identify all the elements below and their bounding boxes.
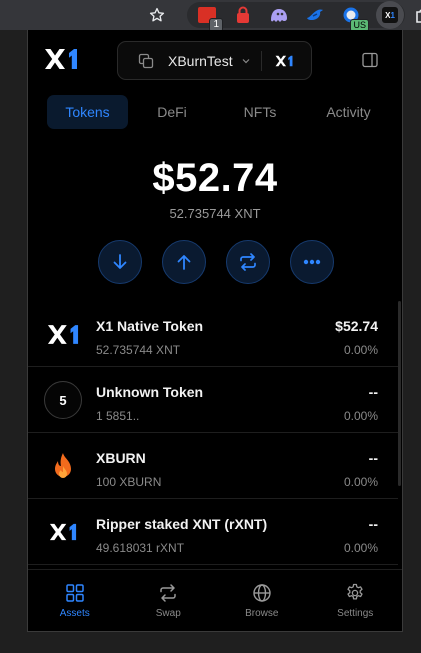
native-balance: 52.735744 XNT xyxy=(169,206,261,221)
bottom-nav: Assets Swap Browse Settings xyxy=(28,569,403,631)
token-value: $52.74 xyxy=(335,318,378,334)
puzzle-icon[interactable] xyxy=(412,4,421,26)
star-icon[interactable] xyxy=(146,4,168,26)
copy-icon[interactable] xyxy=(138,53,154,69)
wallet-header: XBurnTest xyxy=(28,30,402,92)
token-change: 0.00% xyxy=(343,475,378,489)
token-change: 0.00% xyxy=(343,343,378,357)
receive-button[interactable] xyxy=(98,240,142,284)
nav-assets[interactable]: Assets xyxy=(28,570,122,631)
wallet-popup: XBurnTest Tokens DeFi NFTs Activity $52.… xyxy=(27,30,403,632)
token-amount: 1 5851.. xyxy=(96,409,140,423)
tab-nfts[interactable]: NFTs xyxy=(216,95,304,129)
x1-logo-icon xyxy=(44,513,82,551)
globe-extension-icon[interactable]: US xyxy=(340,4,369,32)
token-row[interactable]: XBURN 100 XBURN -- 0.00% xyxy=(28,433,398,499)
lock-extension-icon[interactable] xyxy=(232,4,254,26)
token-row[interactable]: 5 Unknown Token 1 5851.. -- 0.00% xyxy=(28,367,398,433)
token-row[interactable]: X1 Native Token 52.735744 XNT $52.74 0.0… xyxy=(28,301,398,367)
token-value: -- xyxy=(368,384,378,400)
chevron-down-icon xyxy=(242,58,250,63)
grid-icon xyxy=(66,584,84,602)
tab-tokens[interactable]: Tokens xyxy=(47,95,128,129)
token-amount: 100 XBURN xyxy=(96,475,162,489)
token-name: Ripper staked XNT (rXNT) xyxy=(96,516,268,532)
action-buttons xyxy=(98,240,334,286)
tab-defi[interactable]: DeFi xyxy=(128,95,216,129)
divider xyxy=(260,50,262,71)
globe-icon xyxy=(253,584,271,602)
nav-browse[interactable]: Browse xyxy=(215,570,309,631)
token-list: X1 Native Token 52.735744 XNT $52.74 0.0… xyxy=(28,301,398,569)
x1-logo-icon xyxy=(45,49,77,69)
nav-label: Settings xyxy=(337,608,374,619)
bird-extension-icon[interactable] xyxy=(304,4,326,26)
ghost-extension-icon[interactable] xyxy=(268,4,290,26)
token-name: Unknown Token xyxy=(96,384,204,400)
scrollbar[interactable] xyxy=(398,301,401,486)
nav-settings[interactable]: Settings xyxy=(309,570,403,631)
token-name: X1 Native Token xyxy=(96,318,204,334)
total-balance: $52.74 xyxy=(152,156,278,200)
token-value: -- xyxy=(368,450,378,466)
gear-icon xyxy=(347,583,363,600)
nav-label: Swap xyxy=(155,608,181,619)
more-icon xyxy=(303,259,321,265)
extension-badge-icon[interactable]: 1 xyxy=(196,4,223,32)
browser-toolbar: 1 US X1 xyxy=(0,0,421,32)
x1-logo-icon xyxy=(44,315,82,353)
account-selector[interactable]: XBurnTest xyxy=(117,41,312,80)
send-button[interactable] xyxy=(162,240,206,284)
receive-arrow-icon xyxy=(113,254,127,269)
nav-swap[interactable]: Swap xyxy=(122,570,216,631)
asset-tabs: Tokens DeFi NFTs Activity xyxy=(47,95,393,129)
unknown-token-icon: 5 xyxy=(44,381,82,419)
token-value: -- xyxy=(368,516,378,532)
token-amount: 49.618031 rXNT xyxy=(96,541,185,555)
nav-label: Browse xyxy=(245,608,279,619)
swap-icon xyxy=(160,584,176,602)
token-amount: 52.735744 XNT xyxy=(96,343,181,357)
send-arrow-icon xyxy=(177,255,191,270)
token-icon-label: 5 xyxy=(44,381,82,419)
flame-icon xyxy=(44,447,82,485)
more-button[interactable] xyxy=(290,240,334,284)
token-name: XBURN xyxy=(96,450,146,466)
account-name: XBurnTest xyxy=(168,52,233,69)
swap-icon xyxy=(240,253,256,271)
nav-label: Assets xyxy=(59,608,90,619)
token-change: 0.00% xyxy=(343,541,378,555)
network-logo-icon[interactable] xyxy=(274,51,294,71)
swap-button[interactable] xyxy=(226,240,270,284)
sidepanel-icon[interactable] xyxy=(362,52,378,68)
token-row[interactable]: Ripper staked XNT (rXNT) 49.618031 rXNT … xyxy=(28,499,398,565)
token-change: 0.00% xyxy=(343,409,378,423)
tab-activity[interactable]: Activity xyxy=(304,95,393,129)
x1-wallet-extension-icon[interactable]: X1 xyxy=(376,1,404,29)
